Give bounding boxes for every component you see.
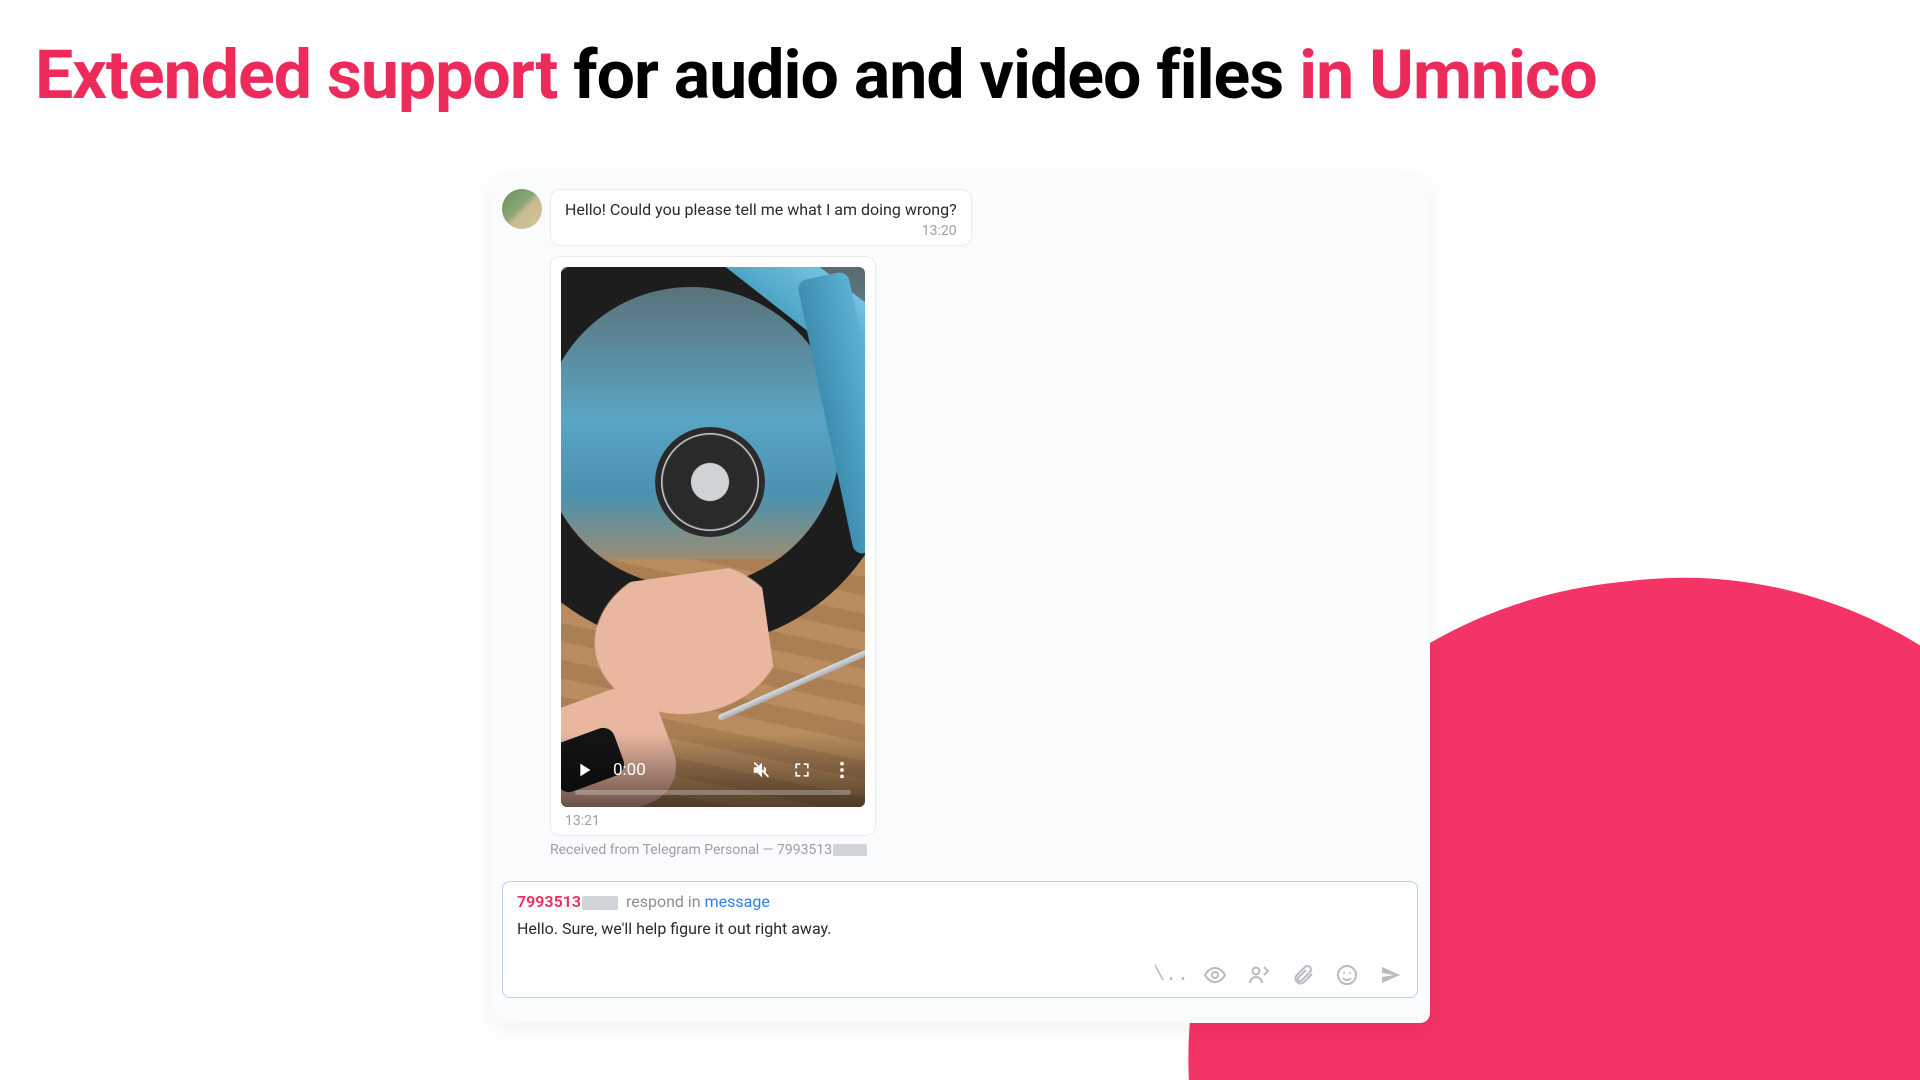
send-icon[interactable] — [1379, 963, 1403, 987]
visibility-icon[interactable] — [1203, 963, 1227, 987]
reply-mode-link[interactable]: message — [705, 892, 770, 911]
message-time: 13:20 — [565, 223, 957, 239]
reply-toolbar: \.. — [517, 963, 1403, 987]
video-progress[interactable] — [575, 790, 851, 795]
message-bubble: Hello! Could you please tell me what I a… — [550, 189, 972, 246]
video-current-time: 0:00 — [613, 760, 646, 780]
play-icon[interactable] — [573, 759, 595, 781]
video-bubble: 0:00 13:21 — [550, 256, 876, 836]
chat-panel: Hello! Could you please tell me what I a… — [490, 175, 1430, 1023]
headline-part-3: in Umnico — [1299, 35, 1597, 115]
reply-input[interactable]: Hello. Sure, we'll help figure it out ri… — [517, 919, 1403, 943]
more-vert-icon[interactable] — [831, 759, 853, 781]
tag-user-icon[interactable] — [1247, 963, 1271, 987]
headline-part-1: Extended support — [35, 35, 557, 115]
fullscreen-icon[interactable] — [791, 759, 813, 781]
reply-box[interactable]: 7993513 respond in message Hello. Sure, … — [502, 881, 1418, 998]
message-text: Hello! Could you please tell me what I a… — [565, 200, 957, 219]
emoji-icon[interactable] — [1335, 963, 1359, 987]
avatar[interactable] — [502, 189, 542, 229]
received-number: 7993513 — [777, 842, 832, 858]
mute-icon[interactable] — [751, 759, 773, 781]
video-player[interactable]: 0:00 — [561, 267, 865, 807]
received-from-label: Received from Telegram Personal — 799351… — [550, 842, 1418, 858]
page-headline: Extended support for audio and video fil… — [35, 38, 1597, 113]
incoming-message: Hello! Could you please tell me what I a… — [502, 189, 1418, 246]
reply-to-number: 7993513 — [517, 892, 581, 911]
video-thumbnail — [561, 267, 865, 807]
video-sent-time: 13:21 — [561, 813, 865, 829]
redacted-suffix — [833, 844, 867, 856]
respond-in-label: respond in — [622, 892, 705, 911]
video-controls: 0:00 — [561, 733, 865, 807]
video-message: 0:00 13:21 — [550, 256, 876, 836]
received-prefix: Received from Telegram Personal — — [550, 842, 777, 858]
headline-part-2: for audio and video files — [557, 35, 1299, 115]
redacted-suffix-2 — [582, 896, 618, 910]
attachment-icon[interactable] — [1291, 963, 1315, 987]
slash-command-icon[interactable]: \.. — [1159, 963, 1183, 987]
reply-header: 7993513 respond in message — [517, 892, 1403, 911]
